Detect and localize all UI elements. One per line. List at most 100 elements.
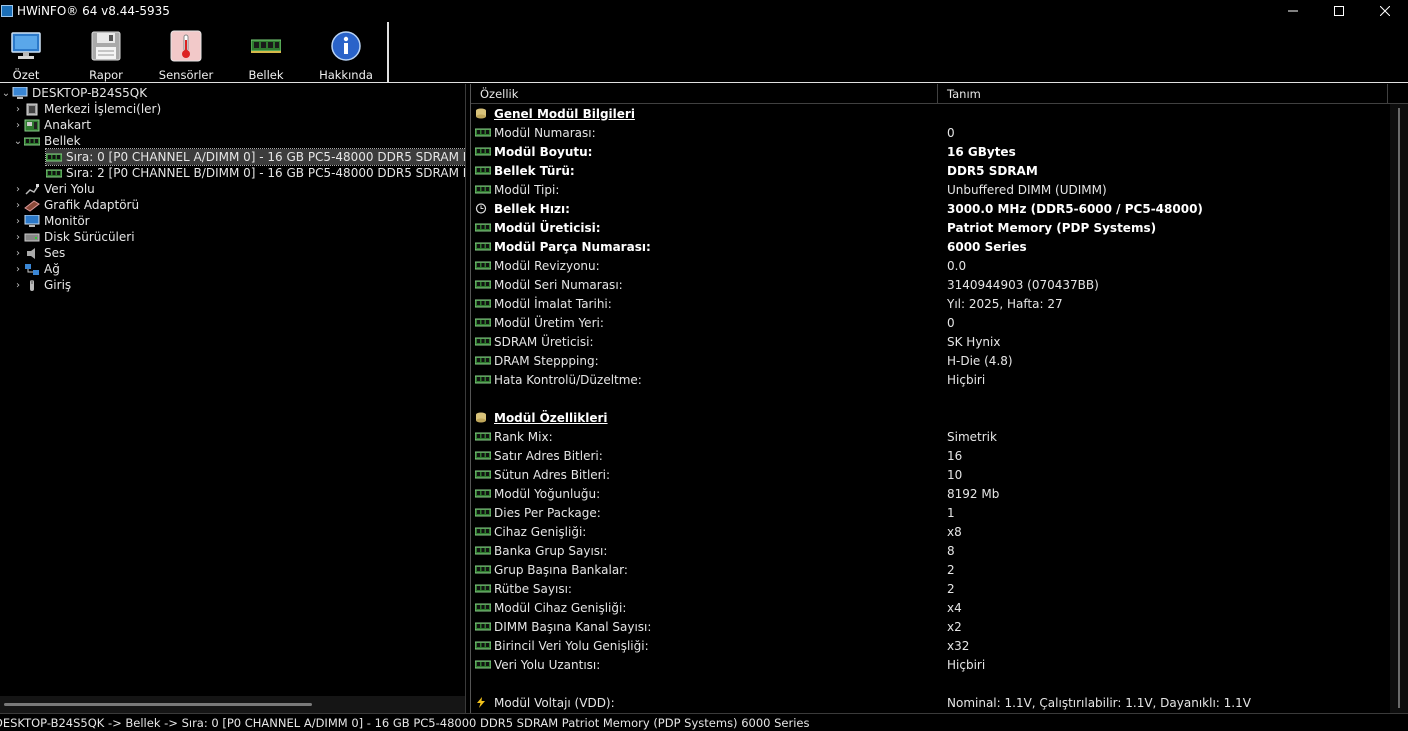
property-row[interactable]: Bellek Türü: DDR5 SDRAM: [475, 161, 1387, 180]
property-row[interactable]: Cihaz Genişliği: x8: [475, 522, 1387, 541]
tree-item-dimm-slot-0[interactable]: Sıra: 0 [P0 CHANNEL A/DIMM 0] - 16 GB PC…: [44, 148, 465, 166]
property-row[interactable]: Dies Per Package: 1: [475, 503, 1387, 522]
property-name-cell: Modül Tipi:: [475, 183, 941, 197]
tree-item-label: Anakart: [44, 118, 91, 132]
chevron-right-icon[interactable]: ›: [12, 277, 24, 293]
property-row[interactable]: DRAM Steppping: H-Die (4.8): [475, 351, 1387, 370]
scrollbar-thumb[interactable]: [1398, 108, 1400, 708]
tree-item-motherboard[interactable]: › Anakart: [12, 117, 91, 133]
property-row[interactable]: Hata Kontrolü/Düzeltme: Hiçbiri: [475, 370, 1387, 389]
property-value: 8192 Mb: [947, 486, 1000, 501]
property-row[interactable]: Banka Grup Sayısı: 8: [475, 541, 1387, 560]
tree-item-label: Giriş: [44, 278, 72, 292]
ram-module-icon: [475, 166, 491, 175]
lightning-icon: [477, 697, 485, 708]
close-button[interactable]: [1362, 0, 1408, 22]
property-row[interactable]: SDRAM Üreticisi: SK Hynix: [475, 332, 1387, 351]
property-row[interactable]: Grup Başına Bankalar: 2: [475, 560, 1387, 579]
tree-item-cpu[interactable]: › Merkezi İşlemci(ler): [12, 101, 161, 117]
minimize-icon: [1288, 10, 1298, 12]
property-name: Modül Yoğunluğu:: [494, 486, 601, 501]
property-row[interactable]: Sütun Adres Bitleri: 10: [475, 465, 1387, 484]
details-header: Özellik Tanım: [471, 84, 1408, 104]
property-name-cell: Hata Kontrolü/Düzeltme:: [475, 373, 941, 387]
sensors-button[interactable]: Sensörler: [159, 22, 213, 83]
chevron-right-icon[interactable]: ›: [12, 181, 24, 197]
property-row[interactable]: Modül Boyutu: 16 GBytes: [475, 142, 1387, 161]
chevron-right-icon[interactable]: ›: [12, 197, 24, 213]
property-name: Hata Kontrolü/Düzeltme:: [494, 372, 642, 387]
property-row[interactable]: Veri Yolu Uzantısı: Hiçbiri: [475, 655, 1387, 674]
property-row[interactable]: Modül Yoğunluğu: 8192 Mb: [475, 484, 1387, 503]
ram-module-icon: [475, 128, 491, 137]
property-value: Hiçbiri: [947, 657, 986, 672]
scrollbar-thumb[interactable]: [4, 703, 312, 706]
property-name: Rank Mix:: [494, 429, 553, 444]
property-row[interactable]: Modül Üretim Yeri: 0: [475, 313, 1387, 332]
ram-module-icon: [475, 375, 491, 384]
tree-item-bus[interactable]: › Veri Yolu: [12, 181, 95, 197]
chevron-right-icon[interactable]: ›: [12, 245, 24, 261]
maximize-button[interactable]: [1316, 0, 1362, 22]
summary-button[interactable]: Özet: [0, 22, 52, 83]
property-row[interactable]: DIMM Başına Kanal Sayısı: x2: [475, 617, 1387, 636]
minimize-button[interactable]: [1270, 0, 1316, 22]
property-row[interactable]: Satır Adres Bitleri: 16: [475, 446, 1387, 465]
property-value: x8: [947, 524, 962, 539]
property-name-cell: Modül Boyutu:: [475, 145, 941, 159]
tree-item-network[interactable]: › Ağ: [12, 261, 60, 277]
property-value: 0: [947, 315, 955, 330]
column-header-property[interactable]: Özellik: [471, 84, 938, 104]
chevron-down-icon[interactable]: ⌄: [0, 85, 12, 101]
tree-horizontal-scrollbar[interactable]: [0, 696, 465, 713]
property-name: Rütbe Sayısı:: [494, 581, 572, 596]
property-row[interactable]: Modül Revizyonu: 0.0: [475, 256, 1387, 275]
about-button[interactable]: Hakkında: [319, 22, 373, 83]
property-name-cell: Modül Parça Numarası:: [475, 240, 941, 254]
ram-module-icon: [475, 451, 491, 460]
chevron-right-icon[interactable]: ›: [12, 261, 24, 277]
tree-item-dimm-slot-2[interactable]: Sıra: 2 [P0 CHANNEL B/DIMM 0] - 16 GB PC…: [46, 165, 465, 181]
details-vertical-scrollbar[interactable]: [1390, 104, 1408, 713]
property-name: SDRAM Üreticisi:: [494, 334, 594, 349]
details-pane[interactable]: Özellik Tanım Genel Modül Bilgileri Modül…: [470, 84, 1408, 713]
property-name-cell: Bellek Hızı:: [475, 202, 941, 216]
tree-item-gpu[interactable]: › Grafik Adaptörü: [12, 197, 139, 213]
tree-item-disk-drives[interactable]: › Disk Sürücüleri: [12, 229, 135, 245]
tree-item-label: Sıra: 2 [P0 CHANNEL B/DIMM 0] - 16 GB PC…: [66, 166, 465, 180]
tree-item-input[interactable]: › Giriş: [12, 277, 71, 293]
property-value: 0.0: [947, 258, 967, 273]
property-row[interactable]: Rank Mix: Simetrik: [475, 427, 1387, 446]
chevron-right-icon[interactable]: ›: [12, 117, 24, 133]
property-row[interactable]: Modül İmalat Tarihi: Yıl: 2025, Hafta: 27: [475, 294, 1387, 313]
tree-item-monitor[interactable]: › Monitör: [12, 213, 90, 229]
property-row[interactable]: Modül Seri Numarası: 3140944903 (070437BB…: [475, 275, 1387, 294]
column-header-description[interactable]: Tanım: [938, 84, 1388, 104]
tree-item-audio[interactable]: › Ses: [12, 245, 65, 261]
chevron-right-icon[interactable]: ›: [12, 213, 24, 229]
property-name: Modül Üreticisi:: [494, 220, 601, 235]
device-tree[interactable]: ⌄ DESKTOP-B24S5QK › Merkezi İşlemci(ler)…: [0, 84, 466, 713]
property-row[interactable]: Modül Üreticisi: Patriot Memory (PDP Syst…: [475, 218, 1387, 237]
report-button[interactable]: Rapor: [52, 22, 160, 83]
ram-module-icon: [475, 356, 491, 365]
section-header[interactable]: Modül Özellikleri: [475, 408, 1387, 427]
chevron-right-icon[interactable]: ›: [12, 101, 24, 117]
property-row[interactable]: Modül Voltajı (VDD): Nominal: 1.1V, Çalış…: [475, 693, 1387, 712]
property-name-cell: Satır Adres Bitleri:: [475, 449, 941, 463]
section-header[interactable]: Genel Modül Bilgileri: [475, 104, 1387, 123]
ram-module-icon: [475, 527, 491, 536]
memory-button[interactable]: Bellek: [212, 22, 320, 83]
property-row[interactable]: Modül Cihaz Genişliği: x4: [475, 598, 1387, 617]
monitor-icon: [24, 214, 40, 227]
tree-root[interactable]: ⌄ DESKTOP-B24S5QK: [0, 85, 147, 101]
tree-item-memory[interactable]: ⌄ Bellek: [12, 133, 81, 149]
property-row[interactable]: Rütbe Sayısı: 2: [475, 579, 1387, 598]
property-row[interactable]: Modül Numarası: 0: [475, 123, 1387, 142]
property-row[interactable]: Modül Parça Numarası: 6000 Series: [475, 237, 1387, 256]
chevron-down-icon[interactable]: ⌄: [12, 133, 24, 149]
property-row[interactable]: Birincil Veri Yolu Genişliği: x32: [475, 636, 1387, 655]
property-row[interactable]: Modül Tipi: Unbuffered DIMM (UDIMM): [475, 180, 1387, 199]
chevron-right-icon[interactable]: ›: [12, 229, 24, 245]
property-row[interactable]: Bellek Hızı: 3000.0 MHz (DDR5-6000 / PC5-…: [475, 199, 1387, 218]
